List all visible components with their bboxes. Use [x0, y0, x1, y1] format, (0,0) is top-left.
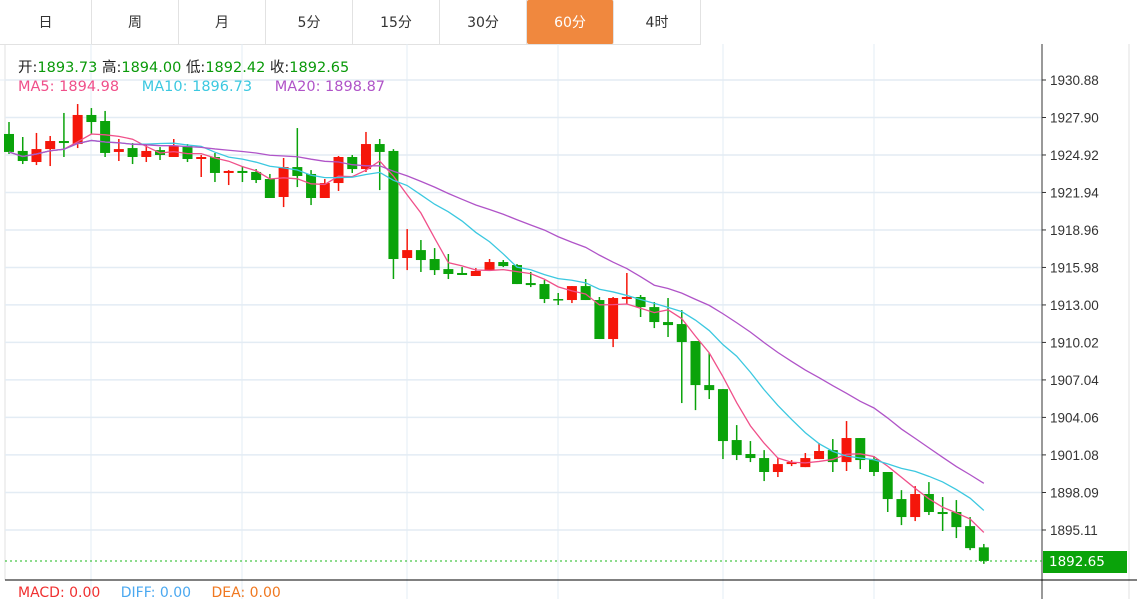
candle-down: [347, 156, 358, 170]
y-tick-label: 1924.92: [1050, 148, 1099, 163]
candle-down: [882, 472, 893, 500]
candle-down: [525, 283, 536, 286]
candle-up: [45, 141, 56, 150]
current-price-tag: 1892.65: [1043, 551, 1127, 573]
open-value: 1893.73: [37, 60, 98, 76]
candle-down: [676, 324, 687, 343]
candle-up: [910, 494, 921, 518]
candle-down: [745, 454, 756, 459]
tab-5[interactable]: 30分: [440, 0, 527, 44]
candle-up: [319, 183, 330, 199]
ma5-line: [8, 133, 985, 533]
tab-2[interactable]: 月: [179, 0, 266, 44]
candle-up: [278, 167, 289, 197]
candle-up: [333, 156, 344, 184]
candle-up: [772, 464, 783, 473]
y-tick-label: 1915.98: [1050, 260, 1099, 275]
candle-down: [663, 322, 674, 326]
y-tick-label: 1918.96: [1050, 223, 1099, 238]
candle-down: [415, 250, 426, 261]
candle-up: [402, 250, 413, 259]
candle-down: [690, 341, 701, 386]
tab-3[interactable]: 5分: [266, 0, 353, 44]
candle-down: [306, 173, 317, 199]
period-tabs: 日周月 5分 15分 30分 60分 4时: [0, 0, 701, 45]
y-tick-label: 1910.02: [1050, 335, 1099, 350]
candle-down: [855, 438, 866, 461]
candle-down: [429, 259, 440, 271]
candle-up: [470, 270, 481, 277]
candle-down: [539, 284, 550, 300]
dea-value: DEA: 0.00: [211, 585, 281, 599]
candle-down: [594, 300, 605, 340]
candle-up: [141, 150, 152, 157]
tab-1[interactable]: 周: [92, 0, 179, 44]
y-tick-label: 1921.94: [1050, 185, 1099, 200]
y-tick-label: 1927.90: [1050, 110, 1099, 125]
y-tick-label: 1907.04: [1050, 373, 1099, 388]
y-tick-label: 1895.11: [1050, 523, 1098, 538]
ohlc-info: 开:1893.73 高:1894.00 低:1892.42 收:1892.65: [18, 56, 349, 77]
candle-down: [937, 512, 948, 515]
candle-down: [731, 440, 742, 456]
high-value: 1894.00: [121, 60, 182, 76]
diff-value: DIFF: 0.00: [120, 585, 192, 599]
tab-0[interactable]: 日: [0, 0, 92, 44]
candle-down: [498, 262, 509, 267]
ma-info: MA5: 1894.98 MA10: 1896.73 MA20: 1898.87: [18, 79, 403, 95]
candle-down: [649, 307, 660, 323]
macd-value: MACD: 0.00: [18, 585, 101, 599]
candle-up: [841, 438, 852, 463]
y-tick-label: 1901.08: [1050, 448, 1099, 463]
candle-down: [388, 150, 399, 260]
ma20-value: MA20: 1898.87: [274, 79, 386, 95]
candle-down: [965, 526, 976, 549]
low-label: 低:: [185, 60, 206, 76]
y-tick-label: 1904.06: [1050, 410, 1099, 425]
candle-up: [621, 297, 632, 300]
candle-up: [196, 156, 207, 160]
candle-down: [978, 547, 989, 561]
open-label: 开:: [18, 60, 38, 76]
candle-up: [223, 170, 234, 173]
candle-up: [566, 286, 577, 301]
tab-7[interactable]: 4时: [614, 0, 701, 44]
candle-down: [457, 272, 468, 275]
macd-info: MACD: 0.00 DIFF: 0.00 DEA: 0.00: [18, 585, 297, 599]
candle-down: [704, 385, 715, 391]
candle-up: [113, 149, 124, 152]
candle-down: [896, 499, 907, 518]
candle-down: [264, 179, 275, 199]
ma5-value: MA5: 1894.98: [18, 79, 120, 95]
candlestick-chart[interactable]: 1930.88 1927.90 1924.92 1921.94 1918.96 1915.…: [0, 44, 1137, 599]
y-tick-label: 1913.00: [1050, 298, 1099, 313]
candle-up: [814, 450, 825, 460]
y-tick-label: 1898.09: [1050, 486, 1099, 501]
y-tick-label: 1930.88: [1050, 73, 1099, 88]
candle-down: [58, 141, 69, 144]
candle-up: [31, 149, 42, 163]
candle-down: [237, 170, 248, 173]
close-value: 1892.65: [289, 60, 350, 76]
candle-down: [374, 144, 385, 152]
close-label: 收:: [269, 60, 290, 76]
candle-down: [553, 299, 564, 301]
candle-down: [717, 389, 728, 442]
candle-down: [4, 133, 14, 152]
kline-widget: 日周月 5分 15分 30分 60分 4时 1930.88 1927.90 1924.92 19…: [0, 0, 1137, 599]
candle-down: [100, 121, 111, 153]
high-label: 高:: [101, 60, 122, 76]
candle-up: [484, 262, 495, 271]
ma10-value: MA10: 1896.73: [141, 79, 253, 95]
candle-down: [86, 114, 97, 123]
candle-down: [127, 148, 138, 157]
low-value: 1892.42: [205, 60, 266, 76]
candle-down: [443, 269, 454, 274]
candle-down: [759, 458, 770, 473]
tab-6[interactable]: 60分: [527, 0, 614, 44]
tab-4[interactable]: 15分: [353, 0, 440, 44]
